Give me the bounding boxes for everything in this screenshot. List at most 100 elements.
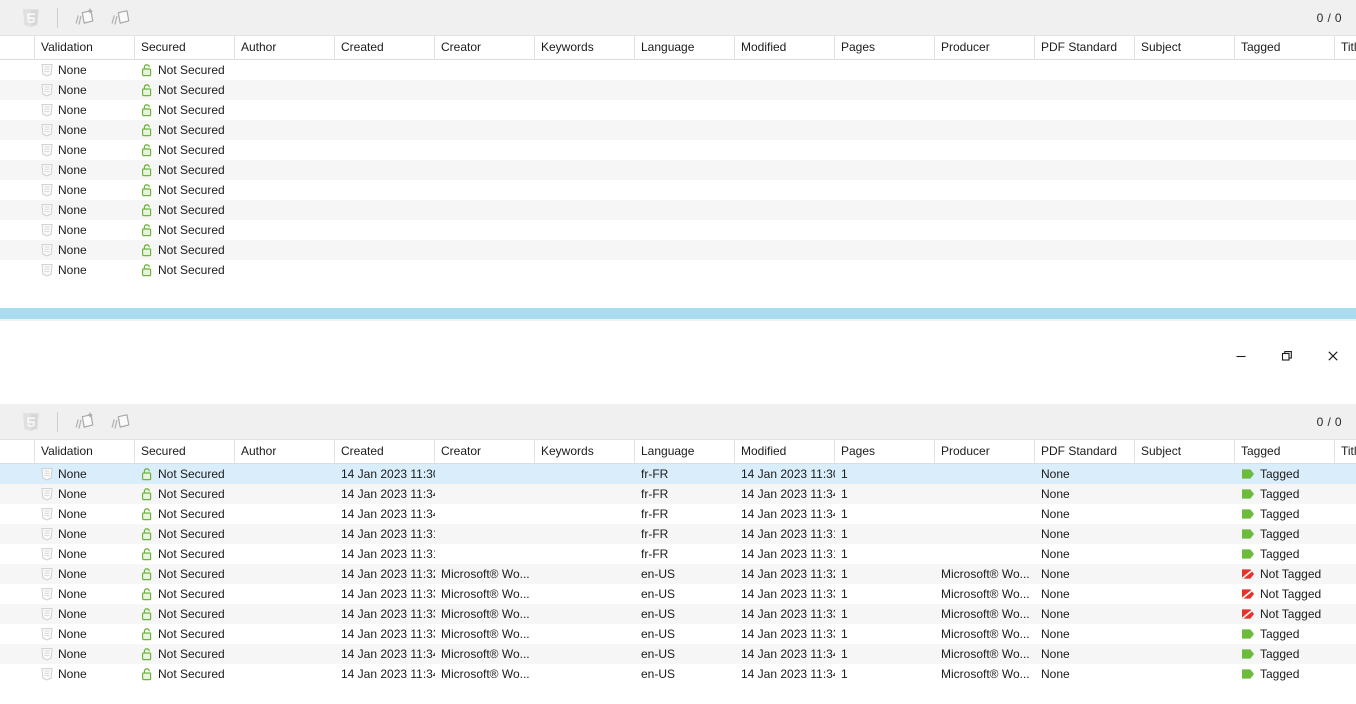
cell-author xyxy=(235,624,335,644)
table-row[interactable]: None Not Secured 14 Jan 2023 11:34 Microsof… xyxy=(0,644,1356,664)
cell-secured: Not Secured xyxy=(135,484,235,504)
table-row[interactable]: None Not Secured xyxy=(0,120,1356,140)
cell-author xyxy=(235,564,335,584)
bottom-column-header-author[interactable]: Author xyxy=(235,440,335,463)
bottom-column-header-pages[interactable]: Pages xyxy=(835,440,935,463)
bottom-column-header-keywords[interactable]: Keywords xyxy=(535,440,635,463)
cell-subject xyxy=(1135,664,1235,684)
page-icon-button-2[interactable] xyxy=(103,407,137,437)
top-column-header-tagged[interactable]: Tagged xyxy=(1235,36,1335,59)
table-row[interactable]: None Not Secured 14 Jan 2023 11:34 fr-FR 14 … xyxy=(0,484,1356,504)
cell-keywords xyxy=(535,524,635,544)
cell-title xyxy=(1335,644,1356,664)
cell-rowicon xyxy=(0,100,35,120)
cell-tagged xyxy=(1235,60,1335,80)
table-row[interactable]: None Not Secured xyxy=(0,140,1356,160)
table-row[interactable]: None Not Secured xyxy=(0,160,1356,180)
table-row[interactable]: None Not Secured 14 Jan 2023 11:33 Microsof… xyxy=(0,584,1356,604)
add-page-icon-button[interactable] xyxy=(67,3,101,33)
minimize-button[interactable] xyxy=(1218,340,1264,372)
bottom-column-header-rowmarker[interactable] xyxy=(0,440,35,463)
cell-subject xyxy=(1135,220,1235,240)
html5-badge-icon-button-2[interactable] xyxy=(14,407,48,437)
unlocked-padlock-icon xyxy=(141,203,153,217)
cell-rowicon xyxy=(0,120,35,140)
cell-subject xyxy=(1135,544,1235,564)
validation-label: None xyxy=(58,487,87,501)
table-row[interactable]: None Not Secured xyxy=(0,180,1356,200)
table-row[interactable]: None Not Secured 14 Jan 2023 11:32 Microsof… xyxy=(0,564,1356,584)
bottom-column-header-language[interactable]: Language xyxy=(635,440,735,463)
table-row[interactable]: None Not Secured xyxy=(0,200,1356,220)
table-row[interactable]: None Not Secured 14 Jan 2023 11:33 Microsof… xyxy=(0,624,1356,644)
add-page-icon-button-2[interactable] xyxy=(67,407,101,437)
bottom-column-header-validation[interactable]: Validation xyxy=(35,440,135,463)
table-row[interactable]: None Not Secured 14 Jan 2023 11:34 Microsof… xyxy=(0,664,1356,684)
bottom-column-header-tagged[interactable]: Tagged xyxy=(1235,440,1335,463)
top-column-header-author[interactable]: Author xyxy=(235,36,335,59)
cell-keywords xyxy=(535,200,635,220)
top-column-header-validation[interactable]: Validation xyxy=(35,36,135,59)
top-column-header-producer[interactable]: Producer xyxy=(935,36,1035,59)
table-row[interactable]: None Not Secured xyxy=(0,260,1356,280)
cell-secured: Not Secured xyxy=(135,260,235,280)
secured-label: Not Secured xyxy=(158,647,225,661)
cell-pages xyxy=(835,200,935,220)
bottom-column-header-creator[interactable]: Creator xyxy=(435,440,535,463)
bottom-column-header-title[interactable]: Titl xyxy=(1335,440,1356,463)
close-button[interactable] xyxy=(1310,340,1356,372)
cell-tagged: Tagged xyxy=(1235,664,1335,684)
top-column-header-subject[interactable]: Subject xyxy=(1135,36,1235,59)
bottom-column-header-producer[interactable]: Producer xyxy=(935,440,1035,463)
top-column-header-modified[interactable]: Modified xyxy=(735,36,835,59)
cell-pages: 1 xyxy=(841,607,848,621)
top-column-header-created[interactable]: Created xyxy=(335,36,435,59)
page-icon-button[interactable] xyxy=(103,3,137,33)
table-row[interactable]: None Not Secured xyxy=(0,80,1356,100)
top-column-header-keywords[interactable]: Keywords xyxy=(535,36,635,59)
cell-tagged xyxy=(1235,80,1335,100)
cell-creator xyxy=(435,220,535,240)
cell-keywords xyxy=(535,584,635,604)
top-column-header-language[interactable]: Language xyxy=(635,36,735,59)
top-column-header-title[interactable]: Titl xyxy=(1335,36,1356,59)
table-row[interactable]: None Not Secured 14 Jan 2023 11:33 Microsof… xyxy=(0,604,1356,624)
top-column-header-creator[interactable]: Creator xyxy=(435,36,535,59)
top-column-header-secured[interactable]: Secured xyxy=(135,36,235,59)
toolbar-separator xyxy=(57,7,58,28)
table-row[interactable]: None Not Secured xyxy=(0,60,1356,80)
cell-validation: None xyxy=(35,464,135,484)
table-row[interactable]: None Not Secured xyxy=(0,220,1356,240)
bottom-column-header-pdfstandard[interactable]: PDF Standard xyxy=(1035,440,1135,463)
top-column-header-rowmarker[interactable] xyxy=(0,36,35,59)
cell-rowicon xyxy=(0,624,35,644)
html5-badge-icon-button[interactable] xyxy=(14,3,48,33)
cell-language xyxy=(635,60,735,80)
top-column-header-pages[interactable]: Pages xyxy=(835,36,935,59)
table-row[interactable]: None Not Secured 14 Jan 2023 11:31 fr-FR 14 … xyxy=(0,524,1356,544)
cell-language xyxy=(635,200,735,220)
cell-language: en-US xyxy=(641,587,676,601)
table-row[interactable]: None Not Secured 14 Jan 2023 11:31 fr-FR 14 … xyxy=(0,544,1356,564)
panel-splitter[interactable] xyxy=(0,308,1356,319)
bottom-column-header-modified[interactable]: Modified xyxy=(735,440,835,463)
restore-button[interactable] xyxy=(1264,340,1310,372)
cell-pdfstandard: None xyxy=(1041,647,1070,661)
top-column-header-pdfstandard[interactable]: PDF Standard xyxy=(1035,36,1135,59)
table-row[interactable]: None Not Secured 14 Jan 2023 11:34 fr-FR 14 … xyxy=(0,504,1356,524)
table-row[interactable]: None Not Secured xyxy=(0,100,1356,120)
bottom-column-header-subject[interactable]: Subject xyxy=(1135,440,1235,463)
bottom-column-header-secured[interactable]: Secured xyxy=(135,440,235,463)
cell-title xyxy=(1335,100,1356,120)
table-row[interactable]: None Not Secured 14 Jan 2023 11:30 fr-FR 14 … xyxy=(0,464,1356,484)
cell-author xyxy=(235,220,335,240)
cell-producer xyxy=(935,60,1035,80)
cell-pages: 1 xyxy=(841,627,848,641)
cell-producer xyxy=(935,200,1035,220)
table-row[interactable]: None Not Secured xyxy=(0,240,1356,260)
cell-creator xyxy=(435,160,535,180)
bottom-column-header-created[interactable]: Created xyxy=(335,440,435,463)
cell-keywords xyxy=(535,60,635,80)
cell-producer xyxy=(935,120,1035,140)
validation-status-icon xyxy=(41,667,53,681)
